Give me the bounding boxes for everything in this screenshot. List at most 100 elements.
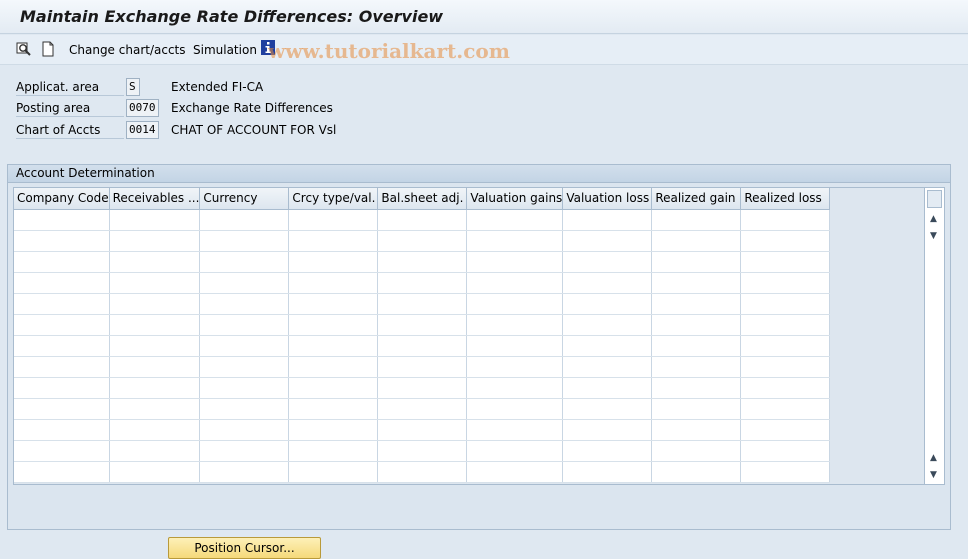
chart-of-accounts-value[interactable]: 0014 <box>126 121 159 139</box>
table-cell[interactable] <box>14 335 110 357</box>
column-header[interactable]: Bal.sheet adj. <box>377 188 468 210</box>
table-cell[interactable] <box>109 293 201 315</box>
change-chart-button[interactable]: Change chart/accts <box>69 43 186 57</box>
table-cell[interactable] <box>651 293 742 315</box>
table-cell[interactable] <box>651 272 742 294</box>
table-cell[interactable] <box>377 272 468 294</box>
table-cell[interactable] <box>651 251 742 273</box>
table-cell[interactable] <box>288 440 379 462</box>
table-cell[interactable] <box>740 377 831 399</box>
table-cell[interactable] <box>109 440 201 462</box>
table-cell[interactable] <box>288 272 379 294</box>
table-cell[interactable] <box>562 461 653 483</box>
table-cell[interactable] <box>651 230 742 252</box>
table-cell[interactable] <box>466 272 564 294</box>
table-cell[interactable] <box>740 440 831 462</box>
table-cell[interactable] <box>377 440 468 462</box>
table-cell[interactable] <box>288 209 379 231</box>
table-cell[interactable] <box>199 461 290 483</box>
posting-area-value[interactable]: 0070 <box>126 99 159 117</box>
column-header[interactable]: Receivables ... <box>109 188 201 210</box>
table-cell[interactable] <box>14 251 110 273</box>
table-cell[interactable] <box>109 272 201 294</box>
table-cell[interactable] <box>199 356 290 378</box>
table-cell[interactable] <box>109 461 201 483</box>
column-header[interactable]: Valuation loss <box>562 188 653 210</box>
table-cell[interactable] <box>199 293 290 315</box>
table-cell[interactable] <box>562 356 653 378</box>
scroll-up-icon[interactable]: ▲ <box>930 214 937 224</box>
table-cell[interactable] <box>562 272 653 294</box>
table-cell[interactable] <box>651 461 742 483</box>
table-cell[interactable] <box>14 398 110 420</box>
table-cell[interactable] <box>199 377 290 399</box>
table-cell[interactable] <box>377 419 468 441</box>
table-cell[interactable] <box>109 209 201 231</box>
table-cell[interactable] <box>562 251 653 273</box>
table-cell[interactable] <box>562 440 653 462</box>
table-cell[interactable] <box>14 314 110 336</box>
column-header[interactable]: Currency <box>199 188 290 210</box>
column-header[interactable]: Realized gain <box>651 188 742 210</box>
table-cell[interactable] <box>562 419 653 441</box>
table-cell[interactable] <box>466 461 564 483</box>
table-cell[interactable] <box>377 314 468 336</box>
table-cell[interactable] <box>740 356 831 378</box>
table-cell[interactable] <box>562 209 653 231</box>
table-cell[interactable] <box>14 272 110 294</box>
table-cell[interactable] <box>740 314 831 336</box>
table-cell[interactable] <box>377 293 468 315</box>
scroll-settings-button[interactable] <box>927 190 942 208</box>
table-cell[interactable] <box>466 440 564 462</box>
table-cell[interactable] <box>377 377 468 399</box>
table-cell[interactable] <box>562 398 653 420</box>
table-cell[interactable] <box>288 314 379 336</box>
column-header[interactable]: Realized loss <box>740 188 831 210</box>
table-cell[interactable] <box>466 209 564 231</box>
table-cell[interactable] <box>377 461 468 483</box>
table-cell[interactable] <box>740 209 831 231</box>
table-cell[interactable] <box>562 293 653 315</box>
table-cell[interactable] <box>466 398 564 420</box>
table-cell[interactable] <box>288 293 379 315</box>
column-header[interactable]: Valuation gains <box>466 188 564 210</box>
table-cell[interactable] <box>199 398 290 420</box>
table-cell[interactable] <box>377 335 468 357</box>
table-cell[interactable] <box>199 209 290 231</box>
table-cell[interactable] <box>651 398 742 420</box>
table-cell[interactable] <box>651 440 742 462</box>
table-cell[interactable] <box>14 440 110 462</box>
table-cell[interactable] <box>377 356 468 378</box>
table-cell[interactable] <box>740 419 831 441</box>
table-cell[interactable] <box>466 230 564 252</box>
table-cell[interactable] <box>109 377 201 399</box>
table-cell[interactable] <box>199 251 290 273</box>
table-cell[interactable] <box>562 377 653 399</box>
table-cell[interactable] <box>377 230 468 252</box>
table-cell[interactable] <box>14 461 110 483</box>
table-cell[interactable] <box>14 377 110 399</box>
column-header[interactable]: Company Code <box>14 188 110 210</box>
table-cell[interactable] <box>651 377 742 399</box>
application-area-value[interactable]: S <box>126 78 140 96</box>
table-cell[interactable] <box>288 335 379 357</box>
table-cell[interactable] <box>199 419 290 441</box>
table-cell[interactable] <box>651 419 742 441</box>
table-cell[interactable] <box>740 251 831 273</box>
table-cell[interactable] <box>288 398 379 420</box>
scroll-page-down-icon[interactable]: ▼ <box>930 470 937 480</box>
vertical-scrollbar[interactable]: ▲ ▼ ▲ ▼ <box>924 188 944 484</box>
position-cursor-button[interactable]: Position Cursor... <box>168 537 321 559</box>
table-cell[interactable] <box>109 251 201 273</box>
table-cell[interactable] <box>14 293 110 315</box>
table-cell[interactable] <box>466 314 564 336</box>
table-cell[interactable] <box>466 251 564 273</box>
display-icon[interactable] <box>16 41 32 57</box>
table-cell[interactable] <box>288 356 379 378</box>
table-cell[interactable] <box>651 314 742 336</box>
table-cell[interactable] <box>199 272 290 294</box>
table-cell[interactable] <box>740 293 831 315</box>
table-cell[interactable] <box>466 419 564 441</box>
table-cell[interactable] <box>651 356 742 378</box>
column-header[interactable]: Crcy type/val. <box>288 188 379 210</box>
